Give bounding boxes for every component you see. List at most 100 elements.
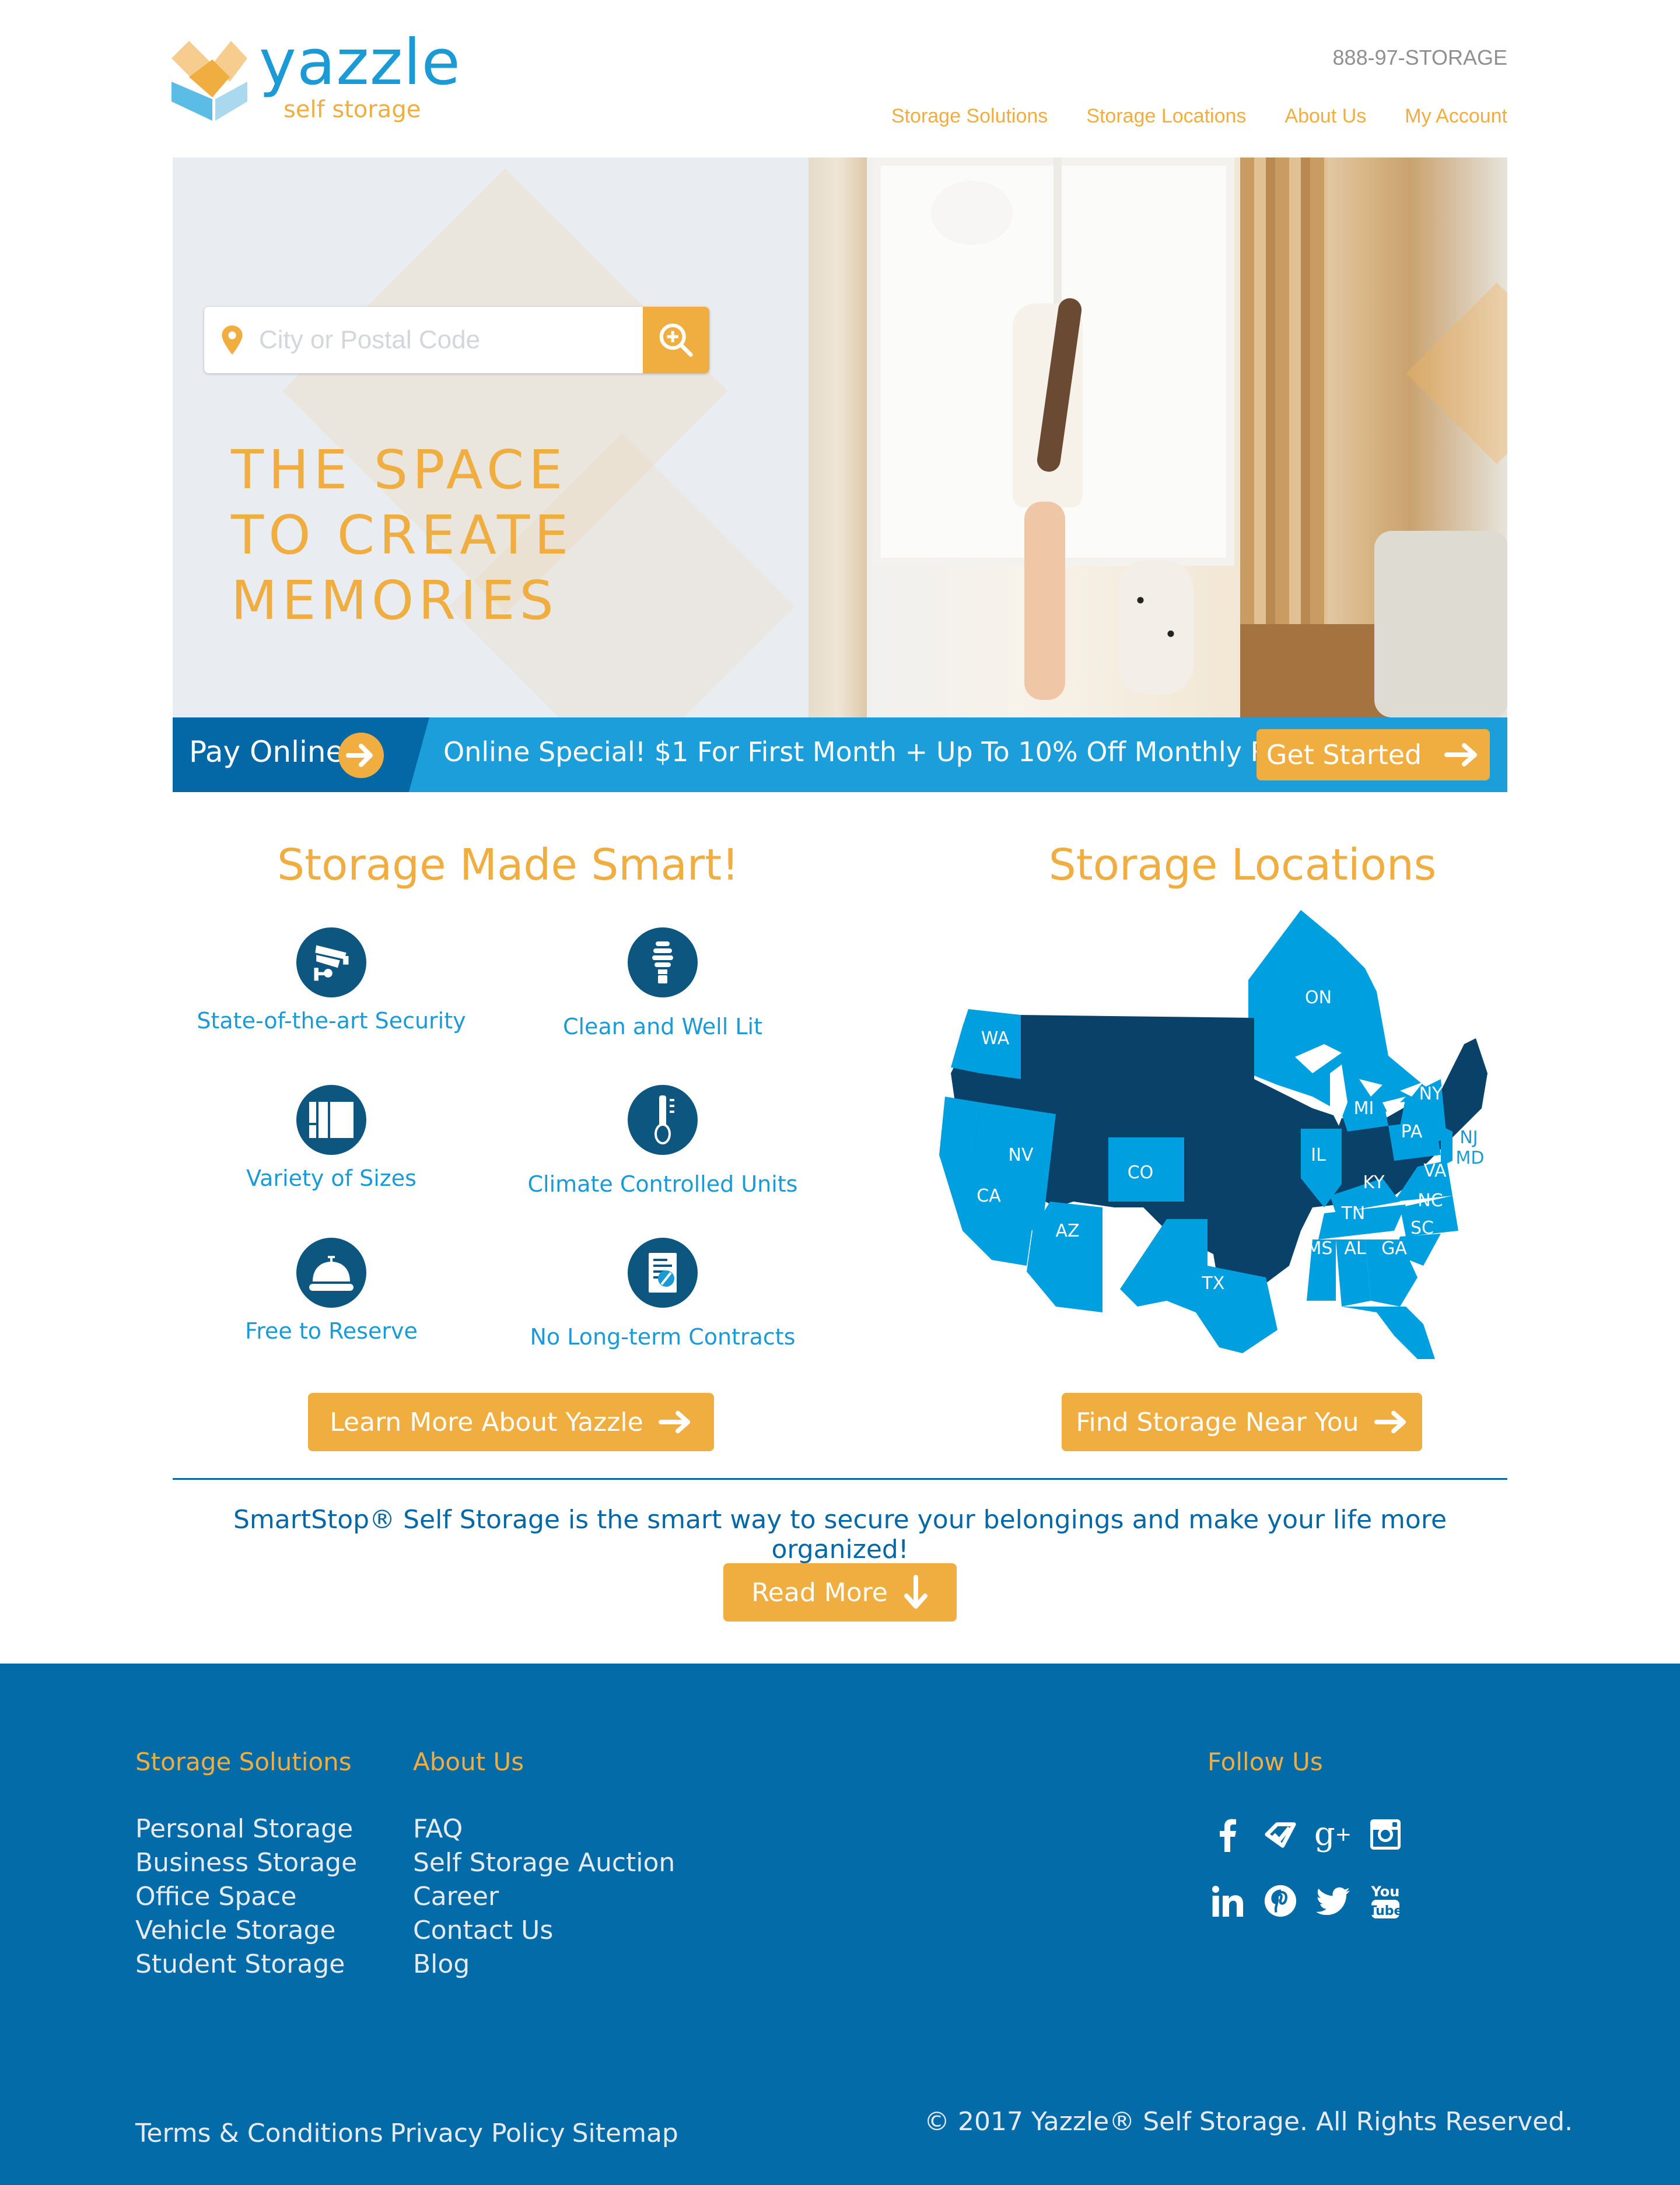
read-more-label: Read More	[751, 1577, 888, 1608]
feature-icon-circle	[296, 1238, 366, 1308]
brand-tagline: self storage	[284, 96, 421, 123]
brand-name: yazzle	[259, 26, 461, 99]
nav-storage-solutions[interactable]: Storage Solutions	[891, 105, 1048, 128]
map-region-fl[interactable]	[1342, 1307, 1435, 1359]
hero-banner: THE SPACE TO CREATE MEMORIES	[173, 157, 1507, 717]
storage-units-icon	[309, 1102, 354, 1138]
find-storage-label: Find Storage Near You	[1076, 1407, 1359, 1437]
region-label: MS	[1307, 1238, 1333, 1259]
feature-security: State-of-the-art Security	[180, 927, 483, 1034]
twitter-icon[interactable]	[1312, 1881, 1353, 1921]
location-search	[204, 307, 709, 373]
youtube-icon[interactable]: You Tube	[1365, 1881, 1406, 1921]
pay-online-link[interactable]: Pay Online	[189, 735, 344, 769]
region-label: CO	[1128, 1162, 1154, 1183]
arrow-right-icon	[658, 1410, 690, 1434]
facebook-icon[interactable]	[1208, 1814, 1248, 1855]
nav-my-account[interactable]: My Account	[1405, 105, 1507, 128]
get-started-button[interactable]: Get Started	[1256, 729, 1490, 780]
promo-offer-text: Online Special! $1 For First Month + Up …	[443, 736, 1312, 768]
headline-line: THE SPACE	[231, 439, 568, 501]
region-label: ON	[1305, 988, 1332, 1008]
feature-icon-circle	[296, 1085, 366, 1155]
region-label: VA	[1423, 1161, 1447, 1181]
instagram-icon[interactable]	[1365, 1814, 1406, 1855]
logo[interactable]: yazzle self storage	[172, 31, 475, 129]
feature-clean-lit: Clean and Well Lit	[511, 927, 814, 1039]
linkedin-icon[interactable]	[1208, 1881, 1248, 1921]
search-button[interactable]	[643, 307, 709, 373]
footer-link[interactable]: Student Storage	[135, 1949, 345, 1979]
promo-bar: Pay Online Online Special! $1 For First …	[173, 717, 1507, 792]
region-label: KY	[1363, 1172, 1385, 1193]
arrow-down-icon	[904, 1575, 928, 1609]
terms-link[interactable]: Terms & Conditions	[135, 2119, 383, 2148]
feature-sizes: Variety of Sizes	[180, 1085, 483, 1191]
footer-solutions-list: Personal Storage Business Storage Office…	[135, 1812, 357, 1981]
feature-icon-circle	[628, 927, 698, 997]
footer-link[interactable]: FAQ	[413, 1814, 463, 1844]
svg-text:You: You	[1371, 1883, 1400, 1900]
region-label: CA	[977, 1186, 1001, 1206]
nav-about-us[interactable]: About Us	[1284, 105, 1366, 128]
region-label: MI	[1354, 1098, 1374, 1119]
feature-icon-circle	[628, 1238, 698, 1308]
google-plus-icon[interactable]: g +	[1312, 1814, 1353, 1855]
feature-icon-circle	[628, 1085, 698, 1155]
map-pin-icon	[222, 325, 243, 355]
footer-heading-solutions: Storage Solutions	[135, 1748, 352, 1776]
find-storage-button[interactable]: Find Storage Near You	[1062, 1393, 1422, 1451]
region-label: MD	[1456, 1148, 1485, 1168]
footer-link[interactable]: Career	[413, 1882, 499, 1911]
locations-title: Storage Locations	[1048, 840, 1437, 890]
pay-online-button[interactable]	[338, 733, 384, 778]
arrow-right-icon	[1444, 743, 1478, 766]
feature-label: Variety of Sizes	[246, 1165, 416, 1191]
region-label: NY	[1419, 1084, 1443, 1104]
arrow-right-icon	[346, 744, 373, 767]
locations-map[interactable]: ON WA NV CA AZ CO TX IL MI NY PA NJ MD V…	[939, 904, 1540, 1365]
region-label: NJ	[1460, 1127, 1478, 1148]
arrow-right-icon	[1374, 1410, 1406, 1434]
baby-figure	[931, 181, 1013, 245]
features-title: Storage Made Smart!	[277, 840, 739, 890]
footer-link[interactable]: Personal Storage	[135, 1814, 353, 1844]
feature-no-contracts: No Long-term Contracts	[511, 1238, 814, 1350]
sitemap-link[interactable]: Sitemap	[572, 2119, 678, 2148]
privacy-link[interactable]: Privacy Policy	[390, 2119, 565, 2148]
feature-label: State-of-the-art Security	[197, 1008, 466, 1034]
foursquare-icon[interactable]	[1260, 1814, 1301, 1855]
phone-number[interactable]: 888-97-STORAGE	[1333, 45, 1507, 70]
region-label: NC	[1418, 1190, 1443, 1211]
feature-icon-circle	[296, 927, 366, 997]
footer-link[interactable]: Blog	[413, 1949, 470, 1979]
footer-link[interactable]: Vehicle Storage	[135, 1916, 336, 1945]
thermometer-icon	[654, 1095, 674, 1144]
feature-label: Free to Reserve	[245, 1318, 418, 1344]
read-more-button[interactable]: Read More	[723, 1563, 957, 1622]
footer-heading-follow: Follow Us	[1208, 1748, 1323, 1776]
location-search-input[interactable]	[259, 325, 643, 355]
footer-about-list: FAQ Self Storage Auction Career Contact …	[413, 1812, 675, 1981]
no-contract-icon	[649, 1253, 677, 1293]
zoom-in-icon	[659, 323, 693, 357]
pinterest-icon[interactable]	[1260, 1881, 1301, 1921]
footer-link[interactable]: Contact Us	[413, 1916, 553, 1945]
hero-headline: THE SPACE TO CREATE MEMORIES	[231, 437, 573, 633]
region-label: PA	[1401, 1122, 1423, 1142]
dalmatian-dog	[1118, 560, 1194, 694]
nav-storage-locations[interactable]: Storage Locations	[1086, 105, 1246, 128]
footer-link[interactable]: Self Storage Auction	[413, 1848, 675, 1878]
footer-link[interactable]: Business Storage	[135, 1848, 357, 1878]
legal-links: Terms & Conditions Privacy Policy Sitema…	[135, 2119, 678, 2148]
region-label: AL	[1344, 1238, 1366, 1259]
region-label: WA	[981, 1028, 1010, 1049]
copyright: © 2017 Yazzle® Self Storage. All Rights …	[924, 2107, 1573, 2137]
get-started-label: Get Started	[1266, 739, 1422, 771]
sofa	[1374, 531, 1507, 717]
headline-line: MEMORIES	[231, 569, 558, 632]
region-label: TN	[1341, 1203, 1366, 1224]
footer-link[interactable]: Office Space	[135, 1882, 297, 1911]
learn-more-button[interactable]: Learn More About Yazzle	[308, 1393, 714, 1451]
woman-legs	[1024, 502, 1065, 700]
